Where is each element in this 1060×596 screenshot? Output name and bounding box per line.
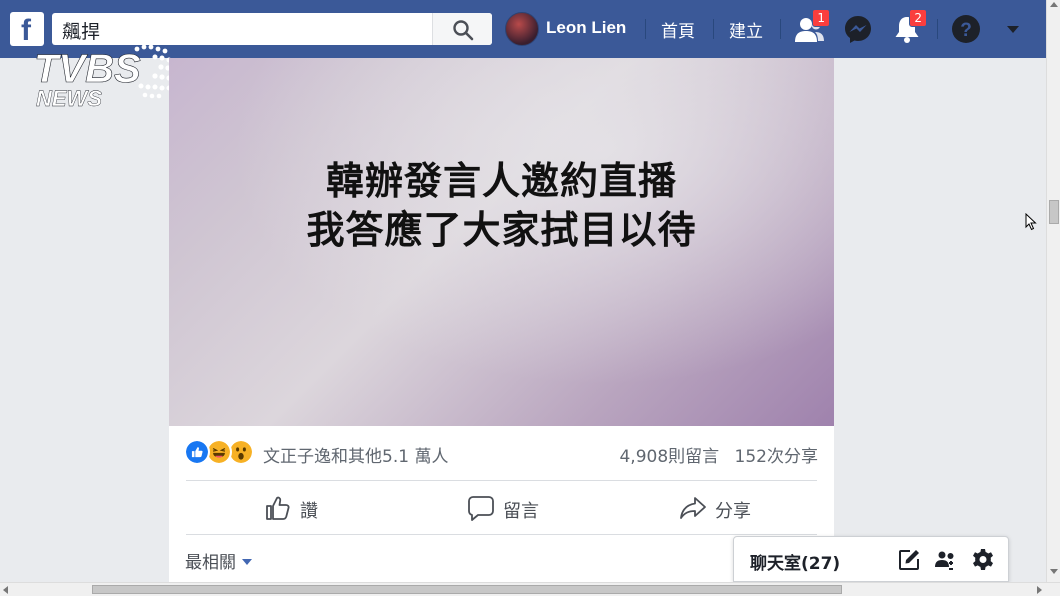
reaction-icons[interactable] bbox=[184, 439, 264, 465]
nav-divider bbox=[937, 19, 938, 39]
messenger-icon bbox=[845, 16, 871, 43]
reactions-summary[interactable]: 文正子逸和其他5.1 萬人 bbox=[263, 442, 448, 467]
horizontal-scrollbar[interactable] bbox=[0, 582, 1060, 596]
divider bbox=[186, 534, 817, 535]
post-stats: 4,908則留言 152次分享 bbox=[619, 442, 818, 467]
friend-requests-badge: 1 bbox=[812, 9, 830, 27]
scroll-down-icon[interactable] bbox=[1050, 569, 1058, 574]
like-reaction-icon bbox=[184, 439, 210, 465]
comments-count[interactable]: 4,908則留言 bbox=[619, 447, 719, 467]
mouse-cursor-icon bbox=[1025, 213, 1037, 231]
comment-sort-label: 最相關 bbox=[185, 553, 236, 573]
caret-down-icon bbox=[1007, 26, 1019, 33]
comment-icon bbox=[468, 496, 494, 521]
search-button[interactable] bbox=[432, 13, 492, 45]
help-icon: ? bbox=[952, 15, 980, 43]
nav-divider bbox=[780, 19, 781, 39]
gear-icon[interactable] bbox=[971, 548, 995, 572]
share-label: 分享 bbox=[715, 501, 751, 522]
messenger-button[interactable] bbox=[842, 13, 874, 45]
help-button[interactable]: ? bbox=[950, 13, 982, 45]
post-actions: 讚 留言 分享 bbox=[169, 480, 834, 536]
post-card: 韓辦發言人邀約直播 我答應了大家拭目以待 文正子逸和其他5.1 萬人 4,908… bbox=[169, 58, 834, 588]
comment-label: 留言 bbox=[503, 501, 539, 522]
post-image-text-line2: 我答應了大家拭目以待 bbox=[306, 208, 697, 252]
tvbs-logo-subtext: NEWS bbox=[36, 86, 102, 111]
nav-home-link[interactable]: 首頁 bbox=[661, 17, 695, 42]
scroll-left-icon[interactable] bbox=[3, 586, 8, 594]
search-icon bbox=[453, 20, 474, 41]
profile-name: Leon Lien bbox=[546, 18, 627, 37]
scroll-up-icon[interactable] bbox=[1050, 2, 1058, 7]
comment-sort-dropdown[interactable]: 最相關 bbox=[185, 548, 252, 573]
thumbs-up-icon bbox=[266, 496, 290, 520]
post-image[interactable]: 韓辦發言人邀約直播 我答應了大家拭目以待 bbox=[169, 58, 834, 426]
shares-count[interactable]: 152次分享 bbox=[735, 447, 818, 467]
caret-down-icon bbox=[242, 559, 252, 565]
horizontal-scroll-thumb[interactable] bbox=[92, 585, 842, 594]
account-menu-button[interactable] bbox=[1000, 13, 1026, 45]
scroll-right-icon[interactable] bbox=[1037, 586, 1042, 594]
notifications-button[interactable]: 2 bbox=[891, 9, 927, 45]
chat-title: 聊天室(27) bbox=[750, 554, 841, 574]
new-group-icon[interactable] bbox=[934, 548, 958, 572]
reactions-bar: 文正子逸和其他5.1 萬人 4,908則留言 152次分享 bbox=[169, 426, 834, 480]
post-image-text-line1: 韓辦發言人邀約直播 bbox=[325, 159, 677, 203]
nav-divider bbox=[645, 19, 646, 39]
svg-text:?: ? bbox=[960, 20, 972, 41]
avatar bbox=[505, 12, 539, 46]
nav-divider bbox=[713, 19, 714, 39]
like-label: 讚 bbox=[300, 501, 318, 522]
share-icon bbox=[680, 497, 706, 519]
vertical-scrollbar[interactable] bbox=[1046, 0, 1060, 582]
chat-sidebar-bar[interactable]: 聊天室(27) bbox=[733, 536, 1009, 582]
friend-requests-button[interactable]: 1 bbox=[794, 9, 830, 45]
new-message-icon[interactable] bbox=[897, 548, 921, 572]
vertical-scroll-thumb[interactable] bbox=[1049, 200, 1059, 224]
tvbs-logo-text: TVBS bbox=[34, 47, 141, 91]
nav-create-link[interactable]: 建立 bbox=[729, 17, 763, 42]
notifications-badge: 2 bbox=[909, 9, 927, 27]
